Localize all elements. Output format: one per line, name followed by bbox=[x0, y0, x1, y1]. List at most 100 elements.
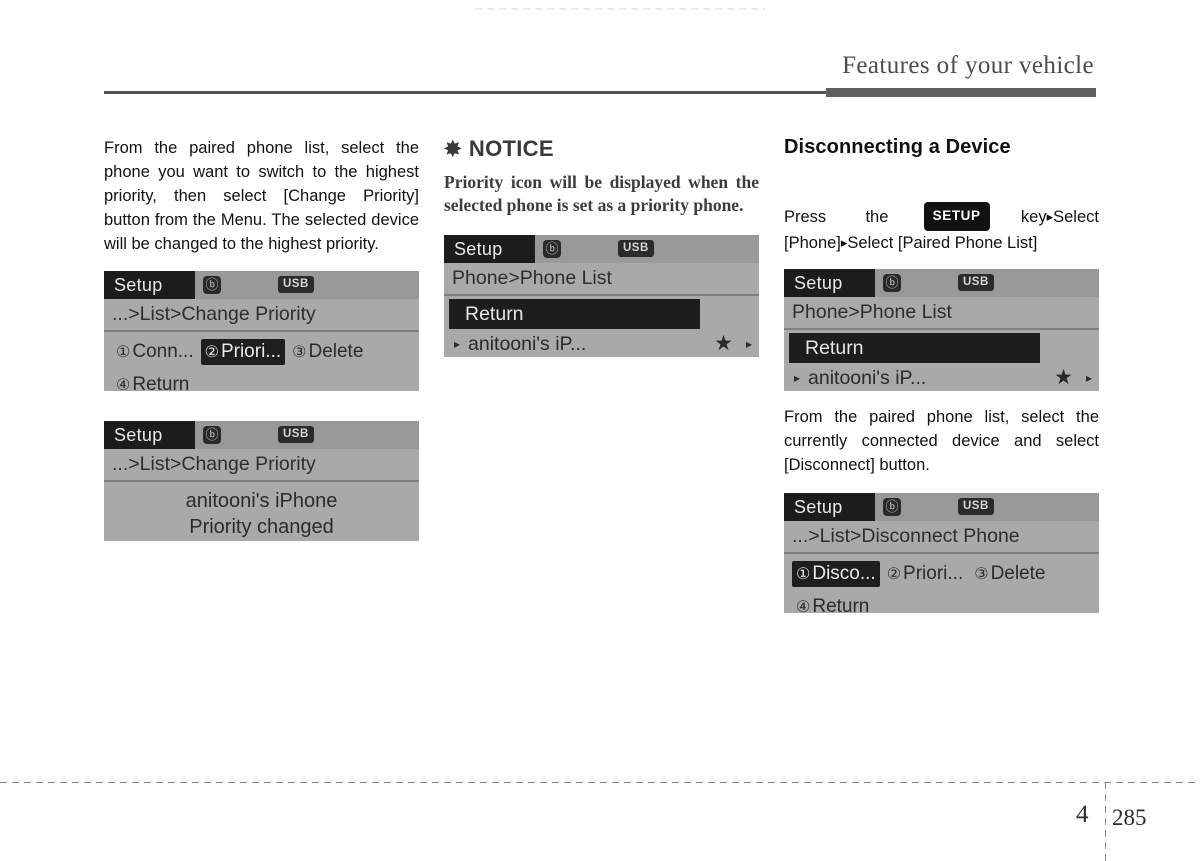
setup-key-badge[interactable]: SETUP bbox=[923, 202, 990, 231]
chapter-number: 4 bbox=[1076, 801, 1089, 828]
menu-row: ① Conn... ② Priori... ③ Delete bbox=[104, 335, 419, 368]
page-header: Features of your vehicle bbox=[104, 52, 1096, 97]
instruction-select-paired: Select [Paired Phone List] bbox=[847, 234, 1038, 252]
usb-icon: USB bbox=[278, 276, 314, 293]
menu-item-label: Priori... bbox=[220, 340, 282, 362]
screen-list-rows: Return ↵ ▸ anitooni's iP... ★ ▸ Bluetoot… bbox=[784, 330, 1099, 391]
screen-phone-list-highlighted: Setup ⓑ USB Phone>Phone List Return ↵ ▸ … bbox=[444, 235, 759, 357]
right-column: Disconnecting a Device Press the SETUP k… bbox=[784, 136, 1099, 613]
menu-item-label: Conn... bbox=[132, 340, 194, 362]
screen-priority-changed: Setup ⓑ USB ...>List>Change Priority ani… bbox=[104, 421, 419, 541]
screen-change-priority-menu: Setup ⓑ USB ...>List>Change Priority ① Co… bbox=[104, 271, 419, 391]
notice-heading: ✸ NOTICE bbox=[444, 136, 759, 162]
header-rule-thin bbox=[104, 91, 826, 94]
crop-mark-vertical bbox=[1105, 782, 1106, 861]
caret-right-icon: ▸ bbox=[794, 371, 801, 385]
screen-title: Setup bbox=[784, 269, 875, 297]
menu-item-number: ① bbox=[796, 565, 811, 583]
screen-message-area: anitooni's iPhone Priority changed ① OK bbox=[104, 482, 419, 541]
menu-item-number: ④ bbox=[116, 376, 131, 392]
menu-row: ① Disco... ② Priori... ③ Delete bbox=[784, 557, 1099, 590]
notice-body: Priority icon will be displayed when the… bbox=[444, 172, 759, 215]
menu-item-return[interactable]: ④ Return bbox=[112, 372, 193, 392]
middle-column: ✸ NOTICE Priority icon will be displayed… bbox=[444, 136, 759, 357]
instruction-phone: [Phone] bbox=[784, 234, 841, 252]
message-line-2: Priority changed bbox=[189, 516, 334, 538]
crop-mark-top bbox=[475, 8, 765, 10]
screen-title: Setup bbox=[444, 235, 535, 263]
menu-item-number: ③ bbox=[292, 343, 307, 361]
menu-item-number: ④ bbox=[796, 598, 811, 614]
list-item-return[interactable]: Return bbox=[789, 333, 1040, 363]
usb-icon: USB bbox=[958, 498, 994, 515]
menu-item-disconnect[interactable]: ① Disco... bbox=[792, 560, 880, 587]
screen-titlebar: Setup ⓑ USB bbox=[784, 493, 1099, 521]
menu-item-label: Delete bbox=[990, 562, 1046, 584]
message-line-1: anitooni's iPhone bbox=[185, 490, 338, 512]
list-item-label: anitooni's iP... bbox=[468, 333, 587, 355]
menu-item-connect[interactable]: ① Conn... bbox=[112, 339, 198, 365]
star-icon: ★ bbox=[1054, 366, 1073, 389]
left-paragraph: From the paired phone list, select the p… bbox=[104, 139, 419, 253]
caret-right-icon: ▸ bbox=[1085, 371, 1092, 385]
screen-titlebar: Setup ⓑ USB bbox=[444, 235, 759, 263]
screen-title: Setup bbox=[784, 493, 875, 521]
section-heading: Disconnecting a Device bbox=[784, 136, 1011, 158]
list-item-anitooni-iphone[interactable]: ▸ anitooni's iP... ★ ▸ bbox=[444, 329, 759, 357]
menu-item-number: ③ bbox=[974, 565, 989, 583]
asterisk-icon: ✸ bbox=[444, 138, 462, 161]
bluetooth-icon: ⓑ bbox=[543, 240, 561, 258]
menu-item-priority[interactable]: ② Priori... bbox=[200, 338, 286, 365]
menu-item-label: Priori... bbox=[903, 562, 964, 584]
menu-item-priority[interactable]: ② Priori... bbox=[883, 561, 968, 587]
page-number: 285 bbox=[1112, 805, 1147, 830]
menu-item-label: Delete bbox=[308, 340, 364, 362]
screen-breadcrumb: ...>List>Disconnect Phone bbox=[784, 521, 1099, 554]
menu-row: ④ Return bbox=[784, 590, 1099, 614]
menu-item-label: Disco... bbox=[812, 562, 876, 584]
instruction-key: key bbox=[1020, 208, 1047, 226]
screen-titlebar: Setup ⓑ USB bbox=[104, 421, 419, 449]
caret-right-icon: ▸ bbox=[745, 337, 752, 351]
bluetooth-icon: ⓑ bbox=[203, 276, 221, 294]
menu-item-label: Return bbox=[132, 373, 190, 392]
screen-list-rows: Return ↵ ▸ anitooni's iP... ★ ▸ Bluetoot… bbox=[444, 296, 759, 357]
usb-icon: USB bbox=[958, 274, 994, 291]
screen-title: Setup bbox=[104, 271, 195, 299]
list-item-label: Return bbox=[805, 337, 864, 359]
menu-item-number: ② bbox=[204, 343, 219, 361]
instruction-select: Select bbox=[1053, 208, 1099, 226]
list-item-label: anitooni's iP... bbox=[808, 367, 927, 389]
screen-breadcrumb: ...>List>Change Priority bbox=[104, 299, 419, 332]
menu-item-return[interactable]: ④ Return bbox=[792, 594, 873, 614]
header-rule-thick bbox=[826, 88, 1096, 97]
usb-icon: USB bbox=[278, 426, 314, 443]
list-item-return[interactable]: Return bbox=[449, 299, 700, 329]
screen-menu-rows: ① Conn... ② Priori... ③ Delete ④ Return bbox=[104, 335, 419, 391]
usb-icon: USB bbox=[618, 240, 654, 257]
screen-breadcrumb: ...>List>Change Priority bbox=[104, 449, 419, 482]
page-header-title: Features of your vehicle bbox=[842, 52, 1094, 79]
instruction-the: the bbox=[865, 208, 889, 226]
right-paragraph: From the paired phone list, select the c… bbox=[784, 408, 1099, 474]
menu-item-label: Return bbox=[812, 595, 870, 614]
screen-breadcrumb: Phone>Phone List bbox=[784, 297, 1099, 330]
menu-item-number: ② bbox=[886, 565, 902, 583]
screen-menu-rows: ① Disco... ② Priori... ③ Delete ④ Return bbox=[784, 557, 1099, 613]
screen-title: Setup bbox=[104, 421, 195, 449]
instruction-press: Press bbox=[784, 208, 827, 226]
list-item-label: Return bbox=[465, 303, 524, 325]
menu-item-number: ① bbox=[116, 343, 131, 361]
menu-item-delete[interactable]: ③ Delete bbox=[288, 339, 367, 365]
left-column: From the paired phone list, select the p… bbox=[104, 136, 419, 541]
star-icon: ★ bbox=[714, 332, 733, 355]
notice-title: NOTICE bbox=[468, 136, 554, 161]
bluetooth-icon: ⓑ bbox=[203, 426, 221, 444]
crop-mark-bottom bbox=[0, 782, 1200, 783]
list-item-anitooni-iphone[interactable]: ▸ anitooni's iP... ★ ▸ bbox=[784, 363, 1099, 391]
right-instruction: Press the SETUP key▸Select [Phone]▸Selec… bbox=[784, 202, 1099, 255]
menu-item-delete[interactable]: ③ Delete bbox=[970, 561, 1049, 587]
screen-titlebar: Setup ⓑ USB bbox=[104, 271, 419, 299]
menu-row: ④ Return bbox=[104, 368, 419, 392]
caret-right-icon: ▸ bbox=[454, 337, 461, 351]
